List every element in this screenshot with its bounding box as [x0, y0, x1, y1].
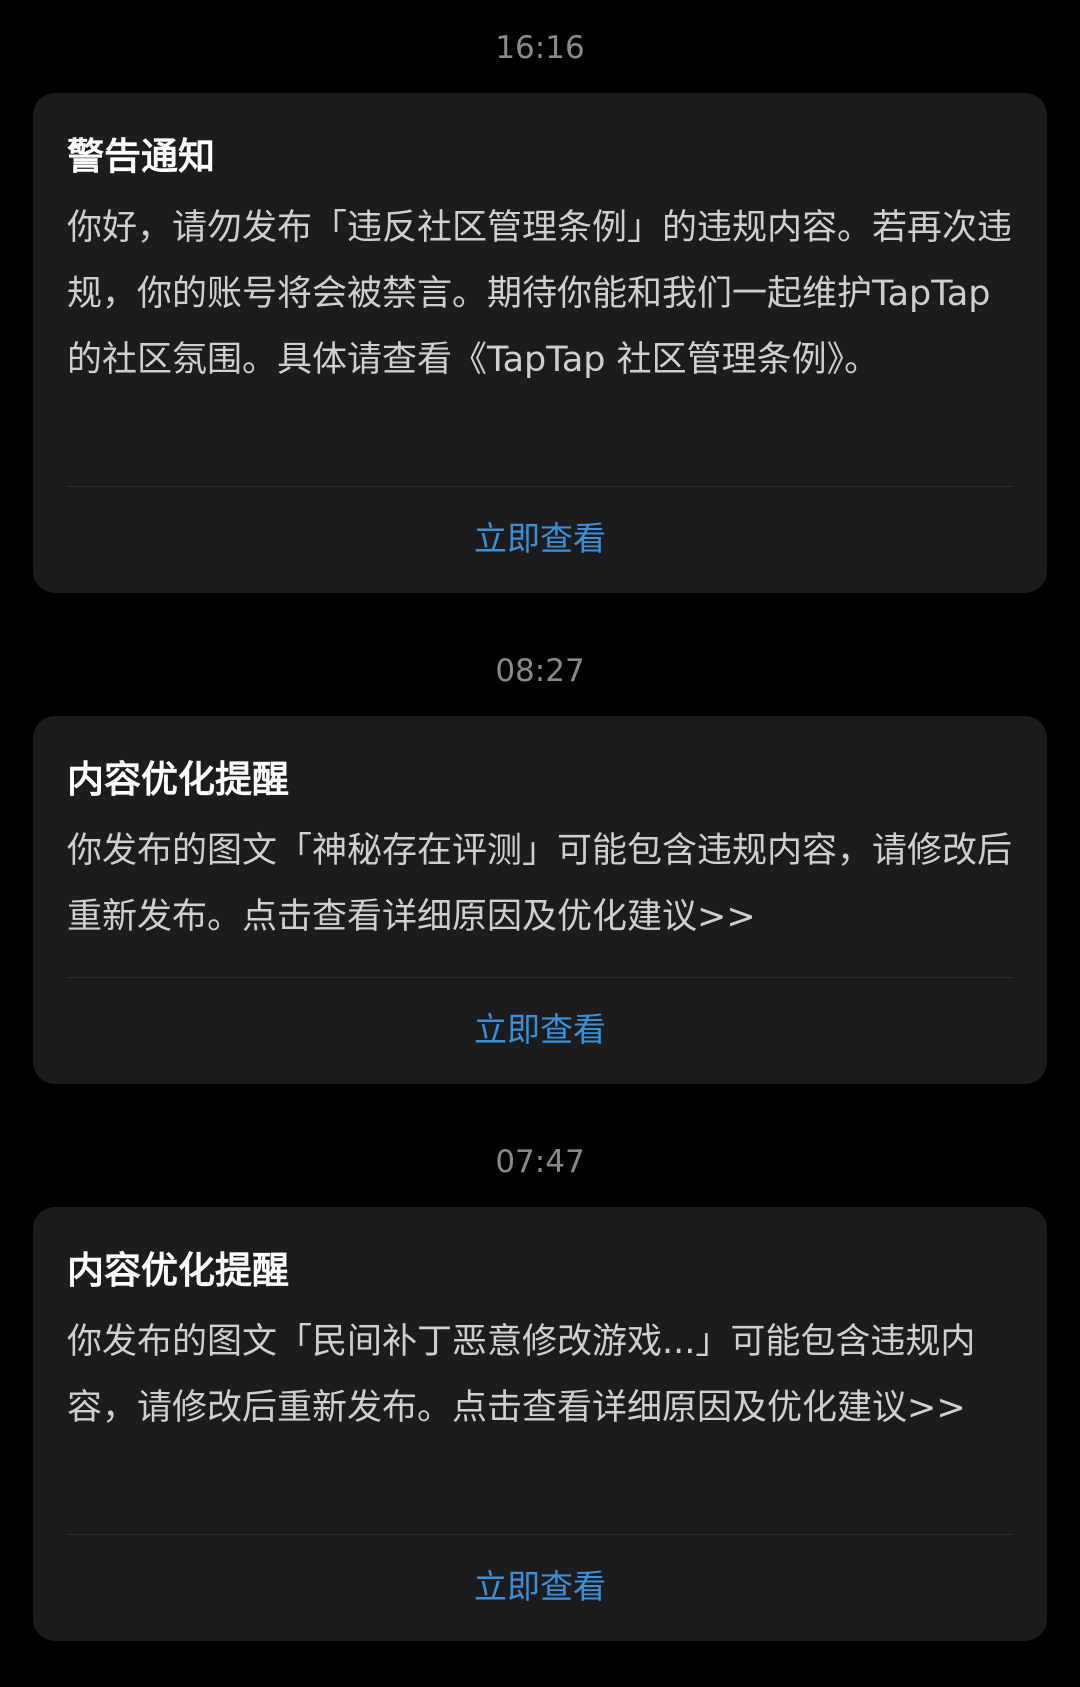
view-now-button[interactable]: 立即查看 — [33, 517, 1047, 561]
card-divider — [67, 977, 1013, 978]
message-timestamp: 16:16 — [495, 30, 585, 66]
card-title: 警告通知 — [67, 135, 215, 178]
message-timestamp: 08:27 — [495, 653, 585, 689]
content-optimization-card[interactable]: 内容优化提醒 你发布的图文「民间补丁恶意修改游戏...」可能包含违规内容，请修改… — [33, 1207, 1047, 1641]
content-optimization-card[interactable]: 内容优化提醒 你发布的图文「神秘存在评测」可能包含违规内容，请修改后重新发布。点… — [33, 716, 1047, 1084]
card-divider — [67, 486, 1013, 487]
card-body[interactable]: 你好，请勿发布「违反社区管理条例」的违规内容。若再次违规，你的账号将会被禁言。期… — [67, 195, 1017, 393]
card-body[interactable]: 你发布的图文「神秘存在评测」可能包含违规内容，请修改后重新发布。点击查看详细原因… — [67, 818, 1017, 950]
warning-notice-card[interactable]: 警告通知 你好，请勿发布「违反社区管理条例」的违规内容。若再次违规，你的账号将会… — [33, 93, 1047, 593]
view-now-button[interactable]: 立即查看 — [33, 1008, 1047, 1052]
card-title: 内容优化提醒 — [67, 758, 289, 801]
view-now-button[interactable]: 立即查看 — [33, 1565, 1047, 1609]
card-title: 内容优化提醒 — [67, 1249, 289, 1292]
message-timestamp: 07:47 — [495, 1144, 585, 1180]
card-divider — [67, 1534, 1013, 1535]
card-body[interactable]: 你发布的图文「民间补丁恶意修改游戏...」可能包含违规内容，请修改后重新发布。点… — [67, 1309, 1017, 1441]
